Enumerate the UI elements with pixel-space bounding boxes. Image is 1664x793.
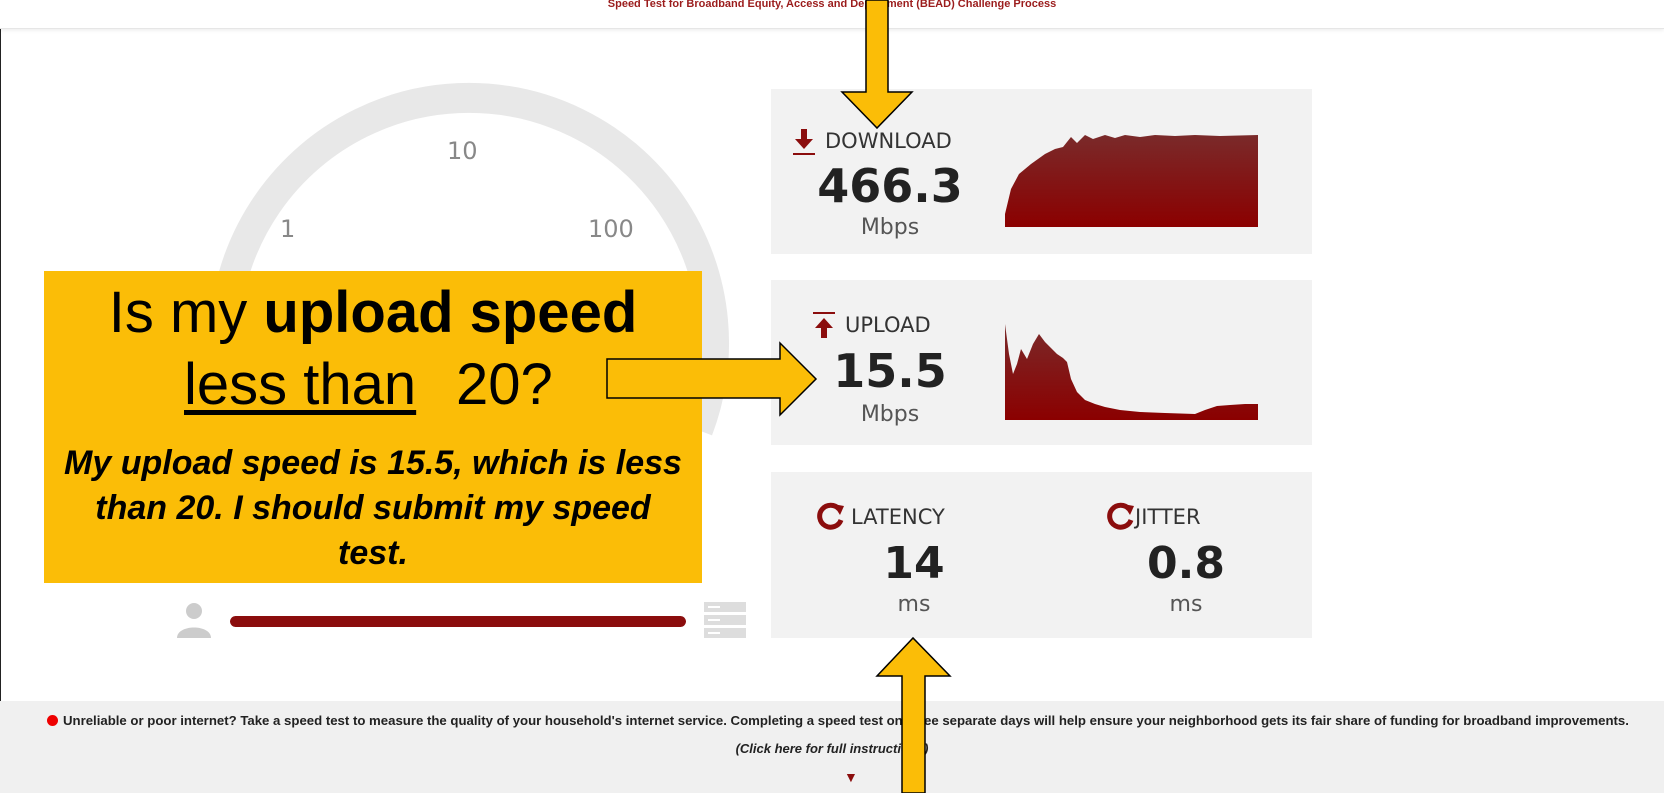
download-panel: DOWNLOAD 466.3 Mbps [771,89,1312,254]
callout-question-line1: Is my upload speed [44,281,702,345]
upload-unit: Mbps [860,402,920,427]
jitter-value: 0.8 [1147,538,1225,589]
download-unit: Mbps [860,215,920,240]
upload-value: 15.5 [833,344,947,398]
download-value: 466.3 [817,159,963,213]
jitter-refresh-icon [1107,502,1134,530]
callout-question-prefix: Is my [108,280,264,345]
server-icon [704,601,746,641]
gauge-label-1: 1 [280,215,296,243]
latency-refresh-icon [817,502,844,530]
user-icon [174,600,214,640]
latency-unit: ms [897,592,931,617]
expand-caret-icon[interactable]: ▼ [844,769,858,785]
latency-jitter-panel: LATENCY 14 ms JITTER 0.8 ms [771,472,1312,638]
test-progress-bar [230,616,686,627]
footer-message: Unreliable or poor internet? Take a spee… [63,713,1629,728]
progress-fill [230,616,686,627]
latency-value: 14 [883,538,945,589]
jitter-unit: ms [1169,592,1203,617]
download-label: DOWNLOAD [825,129,952,153]
callout-answer: My upload speed is 15.5, which is less t… [64,444,682,572]
upload-question-callout: Is my upload speed less than 20? My uplo… [44,271,702,583]
download-speed-graph [1005,135,1258,227]
gauge-label-100: 100 [588,215,634,243]
upload-panel: UPLOAD 15.5 Mbps [771,280,1312,445]
instructions-link[interactable]: (Click here for full instructions) [0,741,1664,756]
info-footer: Unreliable or poor internet? Take a spee… [0,701,1664,793]
callout-question-bold: upload speed [263,280,638,345]
jitter-label: JITTER [1135,505,1201,529]
callout-question-underline: less than [184,352,417,417]
callout-question-number: 20? [456,352,553,417]
upload-speed-graph [1005,324,1258,420]
gauge-label-10: 10 [447,137,478,165]
status-dot [47,715,58,726]
upload-arrow-icon [813,312,835,338]
upload-label: UPLOAD [845,313,931,337]
latency-label: LATENCY [851,505,945,529]
download-arrow-icon [793,129,815,155]
